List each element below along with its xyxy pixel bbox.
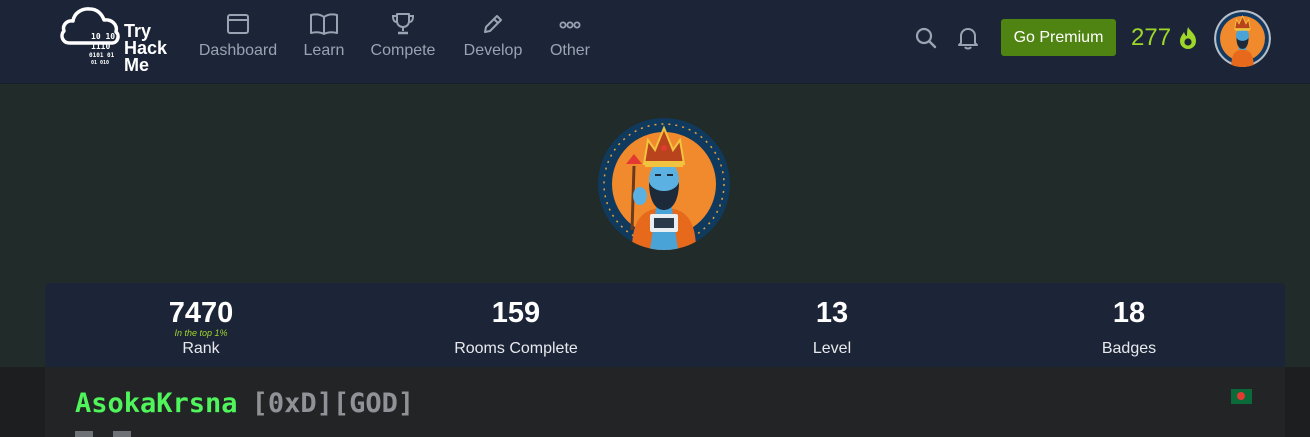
notifications-button[interactable] [957, 26, 979, 54]
stat-badges: 18 Badges [1009, 297, 1249, 358]
avatar-illustration [1214, 10, 1271, 67]
logo-word-me: Me [124, 55, 150, 75]
window-icon [227, 14, 249, 34]
nav-learn-label: Learn [303, 42, 345, 59]
logo-bits-4: 01 010 [91, 60, 110, 66]
search-button[interactable] [915, 27, 937, 53]
more-dots-icon [559, 21, 581, 29]
nav-other-label: Other [549, 42, 590, 59]
pencil-icon [484, 15, 502, 33]
partial-content [75, 431, 131, 437]
search-icon [915, 27, 937, 49]
stat-rank-value: 7470 [168, 297, 234, 329]
go-premium-button[interactable]: Go Premium [1001, 19, 1116, 56]
flame-icon [1180, 27, 1197, 49]
nav-other[interactable]: Other [548, 12, 592, 66]
profile-avatar [598, 118, 730, 250]
partial-glyph [75, 431, 93, 437]
profile-stats-bar: 7470 In the top 1% Rank 159 Rooms Comple… [45, 283, 1285, 373]
nav-dashboard[interactable]: Dashboard [199, 12, 277, 66]
stat-level: 13 Level [712, 297, 952, 358]
top-navbar: 10 10 1110 0101 01 01 010 Try Hack Me Da… [0, 0, 1310, 84]
streak-counter[interactable]: 277 [1131, 24, 1198, 52]
profile-username: AsokaKrsna [0xD][GOD] [75, 387, 414, 421]
country-flag-icon [1231, 389, 1252, 404]
trophy-icon [391, 13, 415, 35]
tryhackme-logo[interactable]: 10 10 1110 0101 01 01 010 Try Hack Me [58, 5, 180, 75]
nav-learn[interactable]: Learn [302, 12, 346, 66]
nav-develop[interactable]: Develop [462, 12, 524, 66]
stat-rooms-label: Rooms Complete [454, 340, 578, 357]
stat-rooms-value: 159 [491, 297, 541, 329]
bell-icon [958, 28, 978, 50]
stat-level-label: Level [812, 340, 852, 357]
stat-rank-percentile: In the top 1% [174, 328, 228, 338]
nav-develop-label: Develop [463, 42, 523, 59]
username-handle: AsokaKrsna [75, 388, 238, 419]
nav-user-avatar[interactable] [1214, 10, 1271, 67]
logo-bits-1: 10 10 [91, 32, 116, 41]
avatar-illustration [598, 118, 730, 250]
stat-level-value: 13 [815, 297, 849, 329]
stat-rank: 7470 In the top 1% Rank [81, 297, 321, 358]
nav-compete-label: Compete [370, 42, 436, 59]
logo-bits-3: 0101 01 [89, 52, 115, 59]
username-tag: [0xD][GOD] [251, 388, 415, 419]
logo-bits-2: 1110 [91, 42, 111, 51]
book-icon [310, 13, 338, 35]
profile-name-strip: AsokaKrsna [0xD][GOD] [0, 367, 1310, 437]
stat-badges-value: 18 [1112, 297, 1146, 329]
stat-rooms: 159 Rooms Complete [396, 297, 636, 358]
nav-dashboard-label: Dashboard [198, 42, 278, 59]
stat-badges-label: Badges [1101, 340, 1157, 357]
partial-glyph [113, 431, 131, 437]
nav-compete[interactable]: Compete [369, 12, 437, 66]
stat-rank-label: Rank [182, 340, 220, 357]
streak-count: 277 [1131, 24, 1172, 51]
profile-name-box: AsokaKrsna [0xD][GOD] [45, 367, 1285, 437]
